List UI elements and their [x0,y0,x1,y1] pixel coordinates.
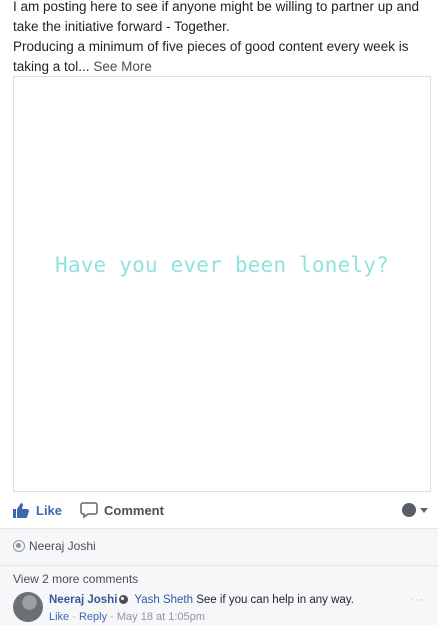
comment-button[interactable]: Comment [80,501,164,519]
post-text-excerpt: Producing a minimum of five pieces of go… [13,39,409,74]
audience-selector[interactable] [402,503,428,517]
comment-mention[interactable]: Yash Sheth [134,594,193,606]
image-caption: Have you ever been lonely? [55,253,389,277]
thumbs-up-icon [12,501,30,519]
chevron-down-icon [420,507,428,513]
reaction-icon [13,540,25,552]
reactor-name: Neeraj Joshi [29,539,96,553]
comments-section: Neeraj Joshi View 2 more comments Neeraj… [0,529,438,625]
avatar-dropdown-icon [402,503,416,517]
avatar[interactable] [13,592,43,622]
comment-body: Neeraj Joshi Yash Sheth See if you can h… [49,593,354,625]
speech-bubble-icon [80,501,98,519]
comment-reply-link[interactable]: Reply [79,611,107,623]
comment-meta: Like · Reply · May 18 at 1:05pm [49,611,205,623]
action-bar: Like Comment [0,493,438,529]
comment-text: See if you can help in any way. [196,594,354,606]
post-text-line-1: I am posting here to see if anyone might… [13,0,419,34]
comment-like-link[interactable]: Like [49,611,69,623]
comment-timestamp[interactable]: May 18 at 1:05pm [117,611,205,623]
ellipsis-icon[interactable]: ··· [410,592,425,606]
see-more-link[interactable]: See More [93,59,152,74]
reaction-summary[interactable]: Neeraj Joshi [13,539,96,553]
badge-icon [119,595,129,604]
post-image[interactable]: Have you ever been lonely? [13,76,431,492]
view-more-comments-link[interactable]: View 2 more comments [13,572,138,586]
comment-author[interactable]: Neeraj Joshi [49,594,117,606]
like-button[interactable]: Like [12,501,62,519]
post-text-line-2: Producing a minimum of five pieces of go… [13,37,433,77]
comment-label: Comment [104,502,164,518]
divider [0,565,438,566]
like-label: Like [36,502,63,518]
post-text: I am posting here to see if anyone might… [13,0,433,77]
